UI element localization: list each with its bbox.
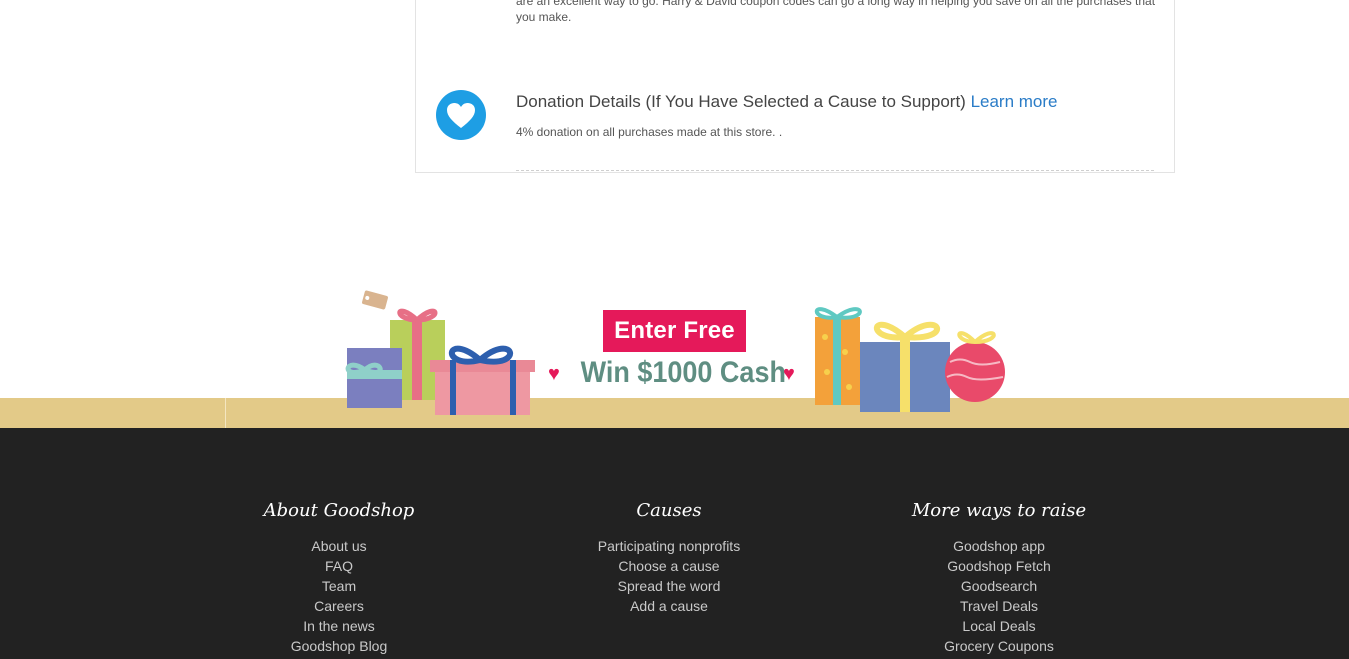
giveaway-promo-banner[interactable]: Enter Free ♥ Win $1000 Cash ♥ <box>0 285 1349 428</box>
ground-divider <box>225 398 226 428</box>
heart-icon: ♥ <box>548 363 560 385</box>
learn-more-link[interactable]: Learn more <box>971 92 1058 111</box>
heart-icon <box>436 90 486 140</box>
footer-link-team[interactable]: Team <box>209 576 469 596</box>
footer-link-faq[interactable]: FAQ <box>209 556 469 576</box>
footer-link-grocery-coupons[interactable]: Grocery Coupons <box>869 636 1129 656</box>
footer-heading: About Goodshop <box>263 500 415 521</box>
footer-link-local-deals[interactable]: Local Deals <box>869 616 1129 636</box>
donation-title-text: Donation Details (If You Have Selected a… <box>516 92 966 111</box>
footer-link-goodsearch[interactable]: Goodsearch <box>869 576 1129 596</box>
gift-boxes-right-illustration <box>814 307 1005 412</box>
coupon-intro-text: are an excellent way to go. Harry & Davi… <box>516 0 1156 24</box>
footer-link-participating-nonprofits[interactable]: Participating nonprofits <box>539 536 799 556</box>
footer-link-choose-cause[interactable]: Choose a cause <box>539 556 799 576</box>
donation-percentage-text: 4% donation on all purchases made at thi… <box>516 125 783 139</box>
footer-link-add-cause[interactable]: Add a cause <box>539 596 799 616</box>
dashed-divider <box>516 170 1154 171</box>
footer-heading: More ways to raise <box>911 500 1087 521</box>
footer-link-goodshop-fetch[interactable]: Goodshop Fetch <box>869 556 1129 576</box>
footer-column-more-ways: More ways to raise Goodshop app Goodshop… <box>869 500 1129 656</box>
footer-link-about-us[interactable]: About us <box>209 536 469 556</box>
donation-details-heading: Donation Details (If You Have Selected a… <box>516 92 1058 112</box>
heart-icon: ♥ <box>783 363 795 385</box>
gift-boxes-left-illustration <box>345 290 535 415</box>
win-cash-headline: Win $1000 Cash <box>580 356 786 389</box>
footer-link-goodshop-app[interactable]: Goodshop app <box>869 536 1129 556</box>
footer-link-travel-deals[interactable]: Travel Deals <box>869 596 1129 616</box>
footer-link-careers[interactable]: Careers <box>209 596 469 616</box>
enter-free-button[interactable]: Enter Free <box>603 310 746 352</box>
footer-heading: Causes <box>636 500 702 521</box>
footer-column-causes: Causes Participating nonprofits Choose a… <box>539 500 799 616</box>
footer-link-spread-word[interactable]: Spread the word <box>539 576 799 596</box>
site-footer: About Goodshop About us FAQ Team Careers… <box>0 428 1349 659</box>
footer-link-in-the-news[interactable]: In the news <box>209 616 469 636</box>
store-info-card: are an excellent way to go. Harry & Davi… <box>415 0 1175 173</box>
banner-ground-strip <box>0 398 1349 428</box>
footer-column-about: About Goodshop About us FAQ Team Careers… <box>209 500 469 656</box>
footer-link-blog[interactable]: Goodshop Blog <box>209 636 469 656</box>
